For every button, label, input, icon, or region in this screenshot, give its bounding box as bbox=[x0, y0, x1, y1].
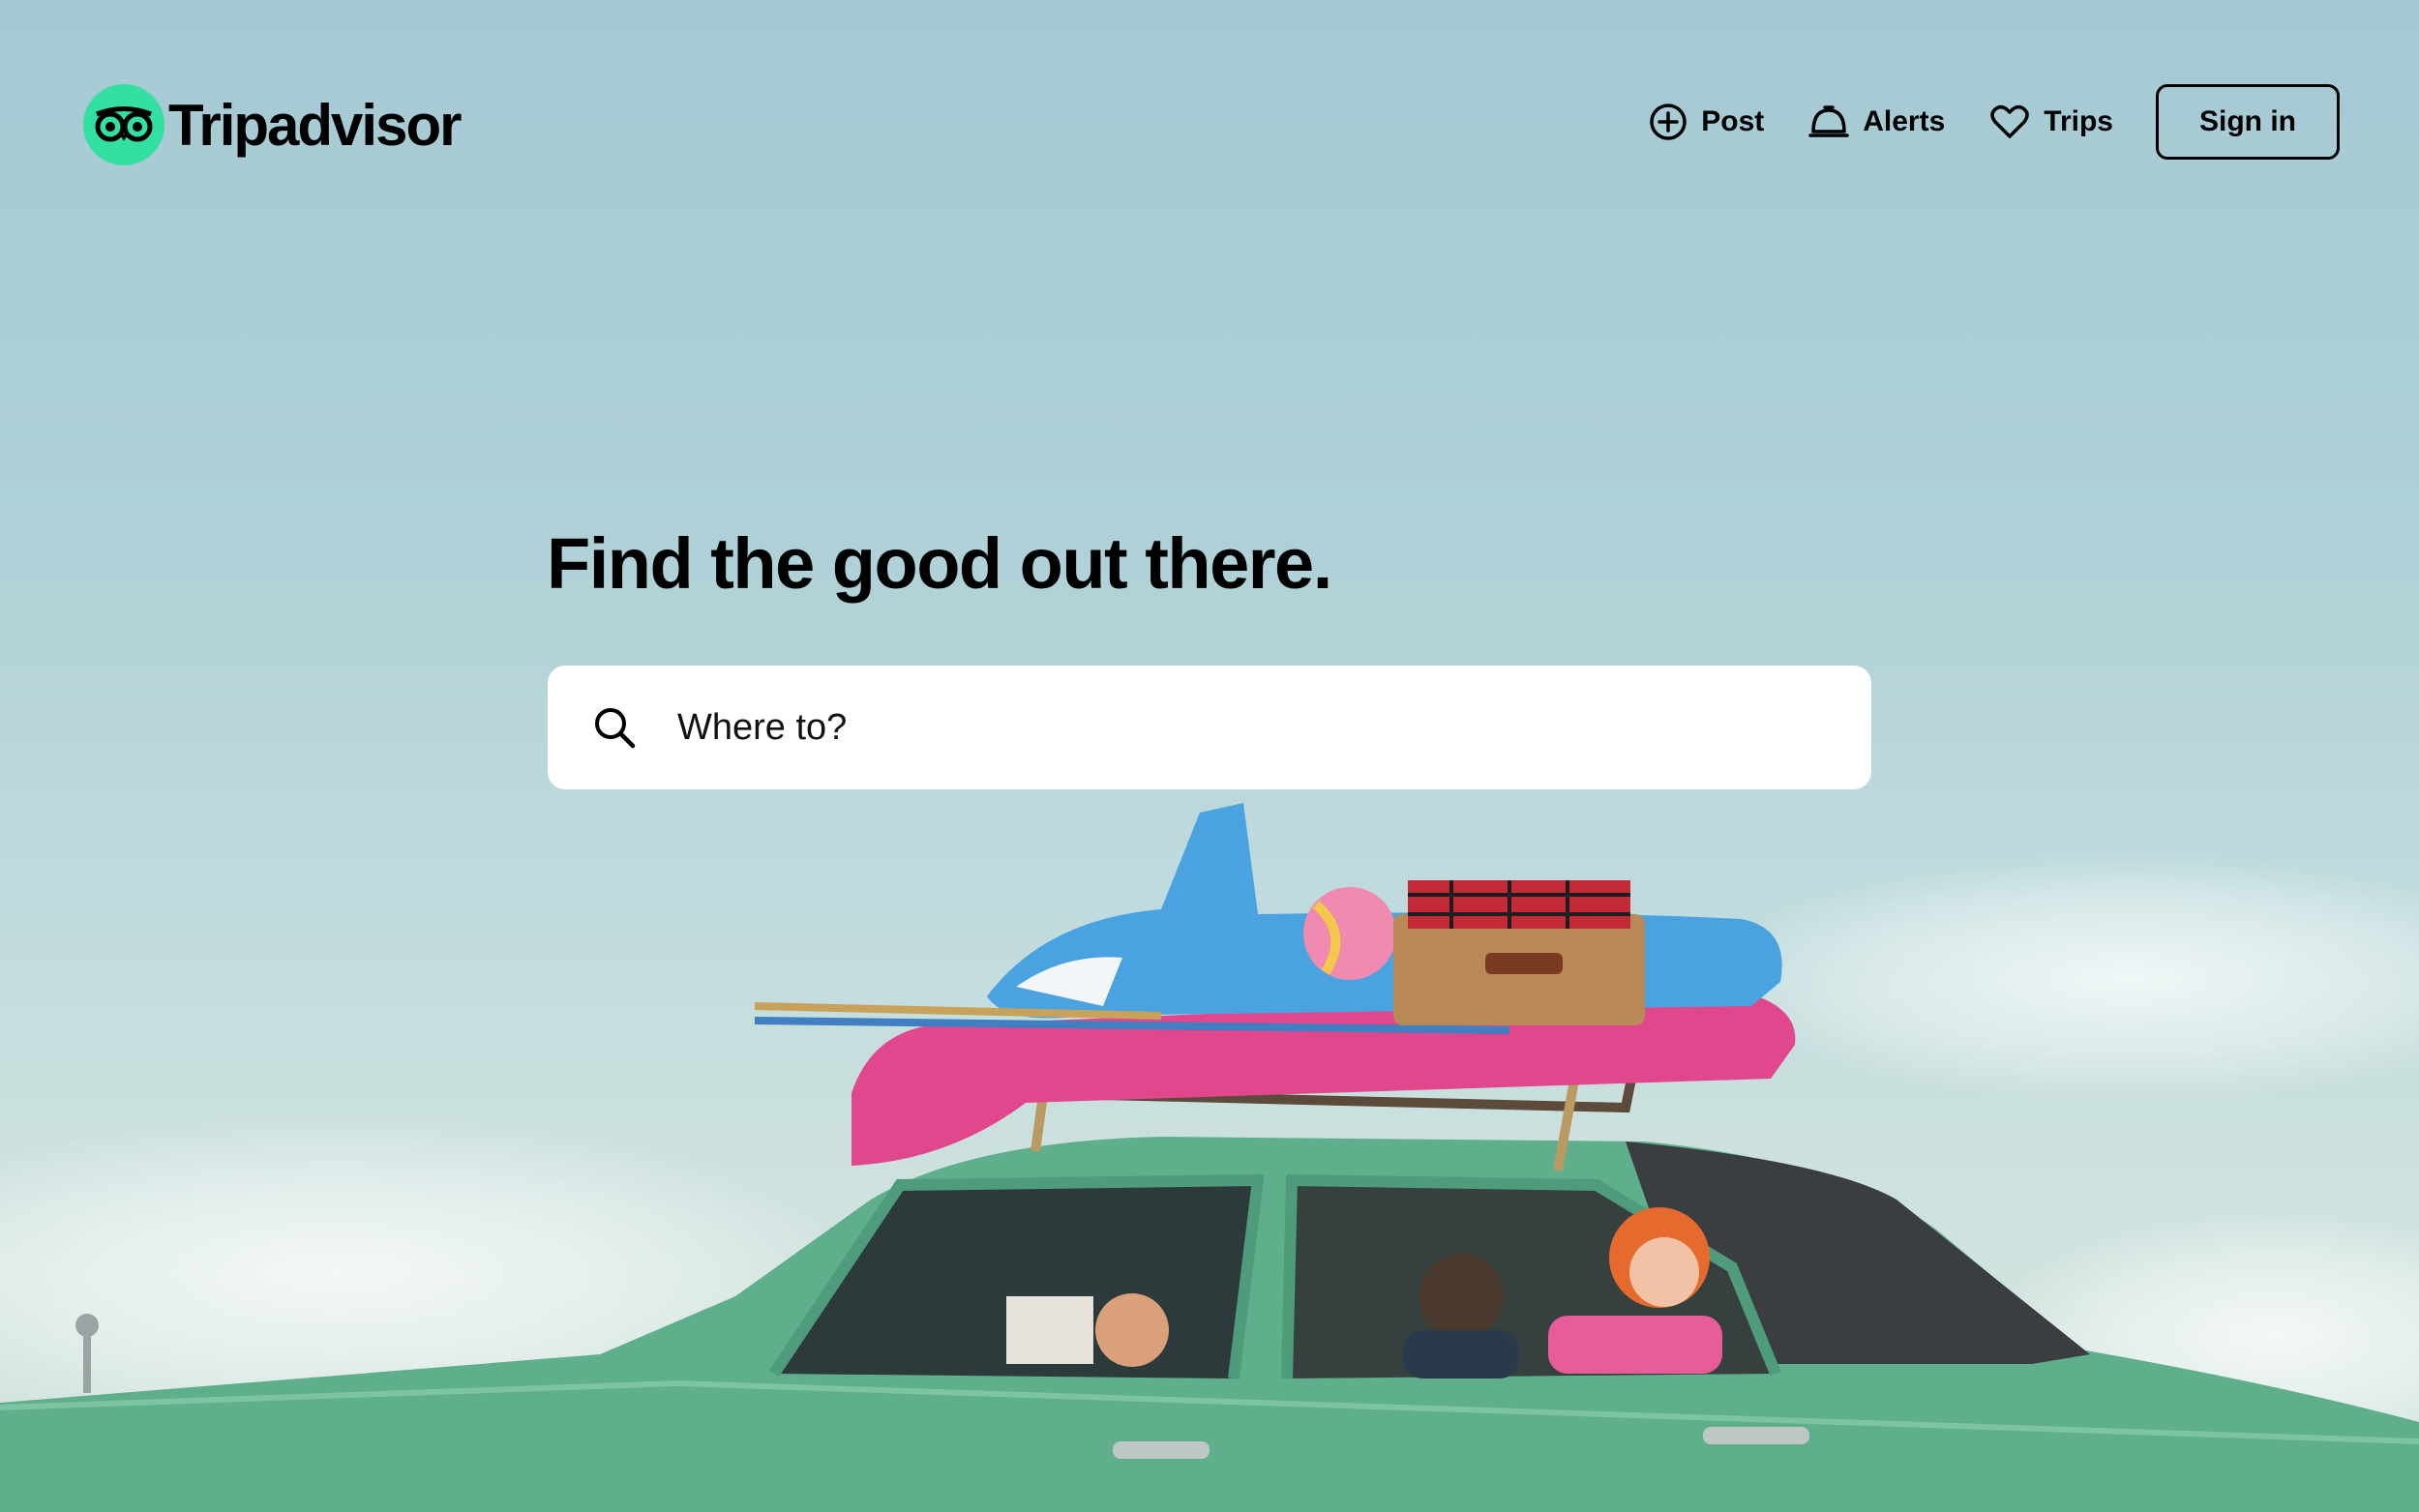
page: Tripadvisor Post Alerts Trips Sign in Fi… bbox=[0, 0, 2419, 1512]
bell-icon bbox=[1808, 105, 1849, 137]
search-input[interactable] bbox=[675, 693, 1840, 762]
nav-trips-label: Trips bbox=[2044, 105, 2113, 137]
tripadvisor-logo[interactable]: Tripadvisor bbox=[83, 83, 462, 166]
hero-headline: Find the good out there. bbox=[547, 523, 1332, 604]
nav-post-label: Post bbox=[1701, 105, 1765, 137]
brand-name: Tripadvisor bbox=[168, 92, 462, 158]
header-nav: Post Alerts Trips Sign in bbox=[1604, 81, 2340, 163]
heart-icon bbox=[1990, 104, 2030, 138]
search-icon bbox=[595, 708, 636, 749]
plus-circle-icon bbox=[1650, 104, 1687, 140]
sign-in-button[interactable]: Sign in bbox=[2156, 84, 2340, 160]
search-box[interactable] bbox=[548, 666, 1871, 789]
nav-post[interactable]: Post bbox=[1649, 103, 1764, 141]
nav-alerts[interactable]: Alerts bbox=[1808, 103, 1945, 141]
nav-trips[interactable]: Trips bbox=[1989, 103, 2113, 141]
owl-icon bbox=[83, 84, 164, 165]
nav-alerts-label: Alerts bbox=[1863, 105, 1946, 137]
top-header: Tripadvisor Post Alerts Trips Sign in bbox=[0, 0, 2419, 242]
